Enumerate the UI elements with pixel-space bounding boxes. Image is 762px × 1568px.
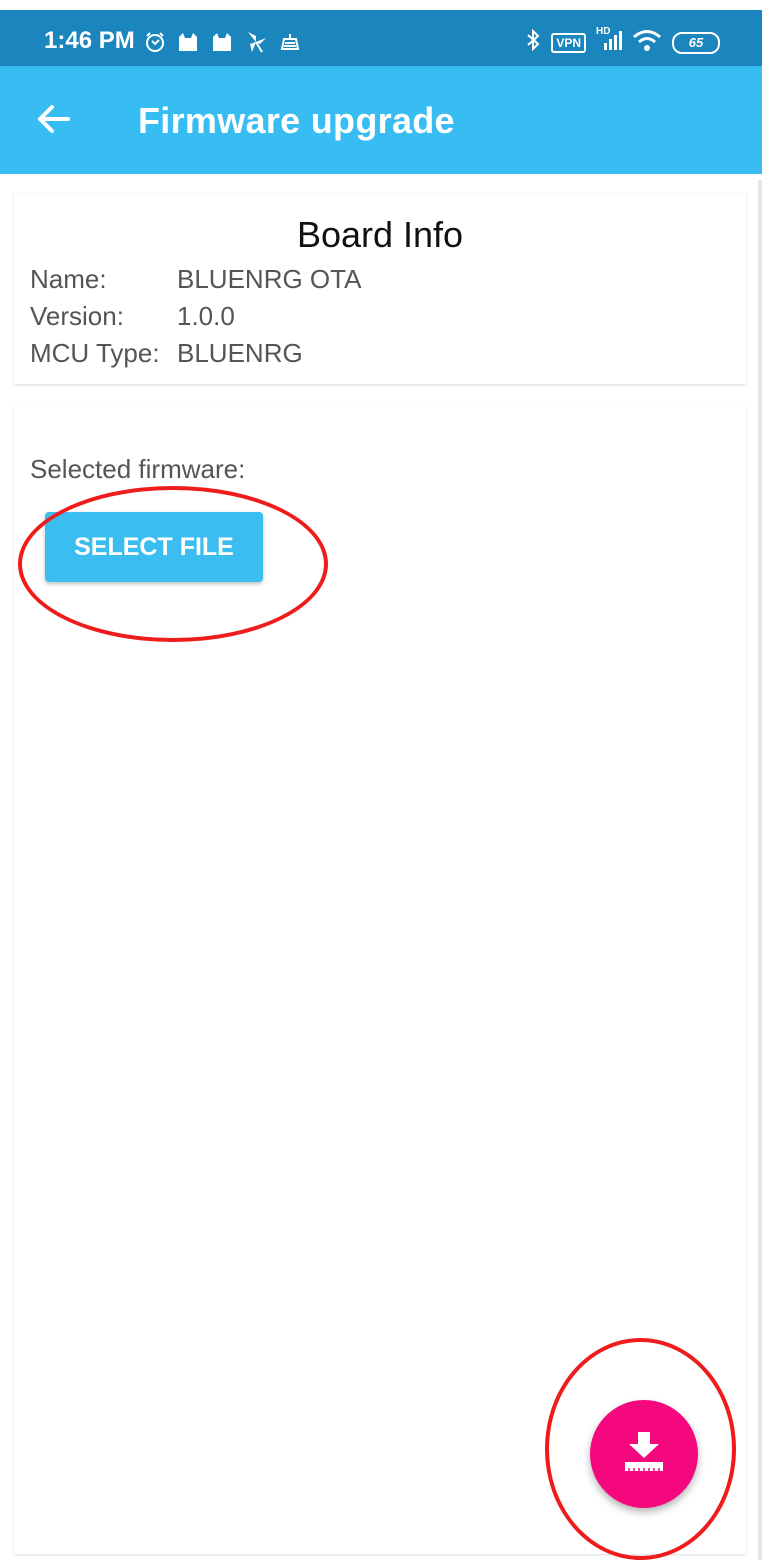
board-info-card: Board Info Name: BLUENRG OTA Version: 1.0.… <box>14 194 746 384</box>
status-left-icons <box>144 30 302 59</box>
vpn-icon: VPN <box>551 32 586 53</box>
firmware-card: Selected firmware: SELECT FILE <box>14 404 746 1554</box>
status-time: 1:46 PM <box>44 27 135 54</box>
top-strip <box>0 0 762 10</box>
app-bar: Firmware upgrade <box>0 66 762 174</box>
battery-icon: 65 <box>672 31 720 54</box>
info-row-mcu-type: MCU Type: BLUENRG <box>30 338 303 369</box>
bluetooth-icon <box>525 28 541 57</box>
router-icon <box>278 31 302 58</box>
info-label: MCU Type: <box>30 338 160 368</box>
page-title: Firmware upgrade <box>138 100 455 141</box>
arrow-left-icon <box>36 104 70 139</box>
board-info-title: Board Info <box>296 214 464 255</box>
upload-firmware-fab[interactable] <box>590 1400 698 1508</box>
right-edge-divider <box>758 180 762 1560</box>
wifi-icon <box>632 29 662 56</box>
signal-hd-label: HD <box>596 26 611 37</box>
info-row-name: Name: BLUENRG OTA <box>30 264 361 295</box>
info-value: BLUENRG OTA <box>177 264 362 294</box>
selected-firmware-label: Selected firmware: <box>30 454 246 484</box>
status-right-icons: VPN HD 65 <box>525 26 720 57</box>
cat-icon <box>176 31 200 58</box>
signal-icon: HD <box>596 26 622 56</box>
status-bar: 1:46 PM VPN HD 65 <box>0 10 762 66</box>
info-value: 1.0.0 <box>177 301 235 331</box>
info-label: Version: <box>30 301 124 331</box>
cat-icon <box>210 31 234 58</box>
info-label: Name: <box>30 264 107 294</box>
pinwheel-icon <box>244 30 268 59</box>
alarm-icon <box>144 31 166 58</box>
select-file-button[interactable]: SELECT FILE <box>45 512 263 582</box>
download-firmware-icon <box>621 1430 667 1479</box>
back-button[interactable] <box>28 96 78 146</box>
info-row-version: Version: 1.0.0 <box>30 301 235 332</box>
info-value: BLUENRG <box>177 338 303 368</box>
